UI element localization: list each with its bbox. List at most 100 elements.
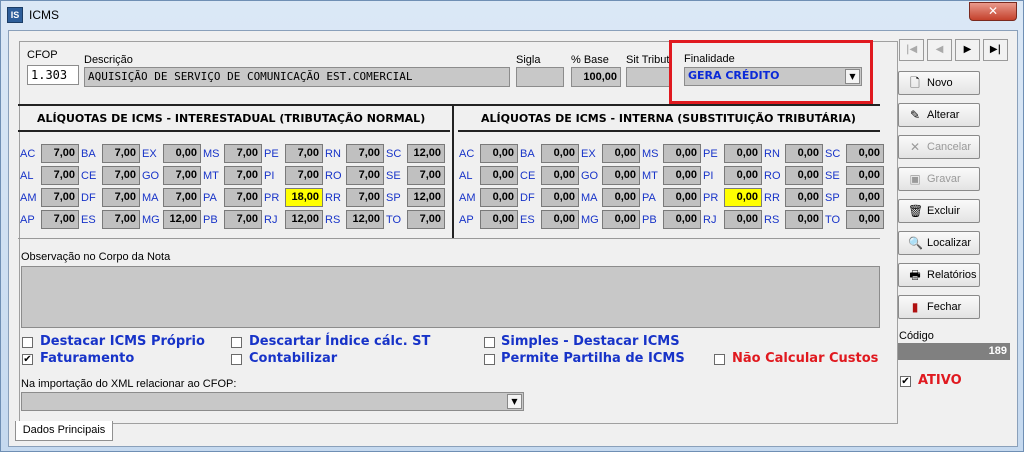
- rate-field-rj[interactable]: 12,00: [285, 210, 323, 229]
- rate-field-mg[interactable]: 0,00: [602, 210, 640, 229]
- rate-field-rn[interactable]: 0,00: [785, 144, 823, 163]
- rate-field-ms[interactable]: 0,00: [663, 144, 701, 163]
- localizar-button[interactable]: 🔍 Localizar: [898, 231, 980, 255]
- search-icon: 🔍: [908, 236, 923, 250]
- rate-field-ac[interactable]: 7,00: [41, 144, 79, 163]
- ativo-checkbox[interactable]: ✔: [900, 376, 911, 387]
- next-record-button[interactable]: ▶: [955, 39, 980, 61]
- uf-code-pr: PR: [264, 192, 280, 204]
- rate-field-mg[interactable]: 12,00: [163, 210, 201, 229]
- gravar-button[interactable]: ▣ Gravar: [898, 167, 980, 191]
- rate-field-sp[interactable]: 12,00: [407, 188, 445, 207]
- rate-field-ce[interactable]: 7,00: [102, 166, 140, 185]
- rate-field-pe[interactable]: 0,00: [724, 144, 762, 163]
- excluir-button[interactable]: 🗑 Excluir: [898, 199, 980, 223]
- rate-field-go[interactable]: 7,00: [163, 166, 201, 185]
- rate-field-ap[interactable]: 7,00: [41, 210, 79, 229]
- rate-field-pr[interactable]: 18,00: [285, 188, 323, 207]
- uf-code-pi: PI: [264, 170, 275, 182]
- rate-field-sc[interactable]: 12,00: [407, 144, 445, 163]
- alterar-button[interactable]: ✎ Alterar: [898, 103, 980, 127]
- rate-field-am[interactable]: 0,00: [480, 188, 518, 207]
- rate-field-al[interactable]: 0,00: [480, 166, 518, 185]
- rate-field-pa[interactable]: 7,00: [224, 188, 262, 207]
- uf-code-al: AL: [459, 170, 473, 182]
- rate-field-mt[interactable]: 0,00: [663, 166, 701, 185]
- title-bar[interactable]: IS ICMS ✕: [1, 1, 1023, 29]
- destacar-icms-proprio-checkbox[interactable]: [22, 337, 33, 348]
- sigla-field[interactable]: [516, 67, 564, 87]
- descricao-field[interactable]: AQUISIÇÃO DE SERVIÇO DE COMUNICAÇÃO EST.…: [84, 67, 510, 87]
- first-record-button[interactable]: |◀: [899, 39, 924, 61]
- permite-partilha-checkbox[interactable]: [484, 354, 495, 365]
- descartar-indice-checkbox[interactable]: [231, 337, 242, 348]
- rate-field-ro[interactable]: 7,00: [346, 166, 384, 185]
- rate-field-ba[interactable]: 0,00: [541, 144, 579, 163]
- rate-field-am[interactable]: 7,00: [41, 188, 79, 207]
- rate-field-df[interactable]: 7,00: [102, 188, 140, 207]
- rate-field-ac[interactable]: 0,00: [480, 144, 518, 163]
- sit-field[interactable]: [626, 67, 670, 87]
- rate-field-rr[interactable]: 0,00: [785, 188, 823, 207]
- nao-calcular-custos-checkbox[interactable]: [714, 354, 725, 365]
- rate-field-ap[interactable]: 0,00: [480, 210, 518, 229]
- relatorios-button[interactable]: 🖶 Relatórios: [898, 263, 980, 287]
- rate-field-ba[interactable]: 7,00: [102, 144, 140, 163]
- rate-field-ma[interactable]: 7,00: [163, 188, 201, 207]
- rate-field-es[interactable]: 7,00: [102, 210, 140, 229]
- rate-field-ex[interactable]: 0,00: [163, 144, 201, 163]
- rate-field-rn[interactable]: 7,00: [346, 144, 384, 163]
- rate-field-to[interactable]: 7,00: [407, 210, 445, 229]
- rate-field-se[interactable]: 7,00: [407, 166, 445, 185]
- uf-code-ms: MS: [642, 148, 659, 160]
- chevron-down-icon[interactable]: ▼: [507, 394, 522, 409]
- rate-field-mt[interactable]: 7,00: [224, 166, 262, 185]
- prev-record-button[interactable]: ◀: [927, 39, 952, 61]
- rate-field-pa[interactable]: 0,00: [663, 188, 701, 207]
- contabilizar-checkbox[interactable]: [231, 354, 242, 365]
- finalidade-select[interactable]: GERA CRÉDITO ▼: [684, 67, 862, 86]
- uf-code-pi: PI: [703, 170, 714, 182]
- rate-field-ce[interactable]: 0,00: [541, 166, 579, 185]
- new-document-icon: 🗋: [910, 76, 920, 90]
- uf-code-rj: RJ: [264, 214, 278, 226]
- rate-field-to[interactable]: 0,00: [846, 210, 884, 229]
- rate-field-ms[interactable]: 7,00: [224, 144, 262, 163]
- rate-field-pe[interactable]: 7,00: [285, 144, 323, 163]
- rate-field-ma[interactable]: 0,00: [602, 188, 640, 207]
- fechar-button[interactable]: ▮ Fechar: [898, 295, 980, 319]
- rate-field-rr[interactable]: 7,00: [346, 188, 384, 207]
- uf-code-pb: PB: [642, 214, 657, 226]
- rate-field-rj[interactable]: 0,00: [724, 210, 762, 229]
- cfop-field[interactable]: 1.303: [27, 65, 79, 85]
- xml-cfop-select[interactable]: ▼: [21, 392, 524, 411]
- rate-field-es[interactable]: 0,00: [541, 210, 579, 229]
- rate-field-sc[interactable]: 0,00: [846, 144, 884, 163]
- rate-field-go[interactable]: 0,00: [602, 166, 640, 185]
- faturamento-checkbox[interactable]: ✔: [22, 354, 33, 365]
- rate-field-ex[interactable]: 0,00: [602, 144, 640, 163]
- rate-field-rs[interactable]: 0,00: [785, 210, 823, 229]
- rate-field-al[interactable]: 7,00: [41, 166, 79, 185]
- rate-field-df[interactable]: 0,00: [541, 188, 579, 207]
- rate-field-pi[interactable]: 0,00: [724, 166, 762, 185]
- rate-field-pr[interactable]: 0,00: [724, 188, 762, 207]
- rate-field-sp[interactable]: 0,00: [846, 188, 884, 207]
- rate-field-pb[interactable]: 7,00: [224, 210, 262, 229]
- uf-code-rn: RN: [325, 148, 341, 160]
- rate-field-pb[interactable]: 0,00: [663, 210, 701, 229]
- novo-button[interactable]: 🗋 Novo: [898, 71, 980, 95]
- nao-calcular-custos-label: Não Calcular Custos: [732, 351, 879, 366]
- last-record-button[interactable]: ▶|: [983, 39, 1008, 61]
- simples-destacar-checkbox[interactable]: [484, 337, 495, 348]
- tab-dados-principais[interactable]: Dados Principais: [15, 421, 113, 441]
- base-field[interactable]: 100,00: [571, 67, 621, 87]
- chevron-down-icon[interactable]: ▼: [845, 69, 860, 84]
- rate-field-rs[interactable]: 12,00: [346, 210, 384, 229]
- cancelar-button[interactable]: ✕ Cancelar: [898, 135, 980, 159]
- observacao-textarea[interactable]: [21, 266, 880, 328]
- close-button[interactable]: ✕: [969, 2, 1017, 21]
- rate-field-se[interactable]: 0,00: [846, 166, 884, 185]
- rate-field-pi[interactable]: 7,00: [285, 166, 323, 185]
- rate-field-ro[interactable]: 0,00: [785, 166, 823, 185]
